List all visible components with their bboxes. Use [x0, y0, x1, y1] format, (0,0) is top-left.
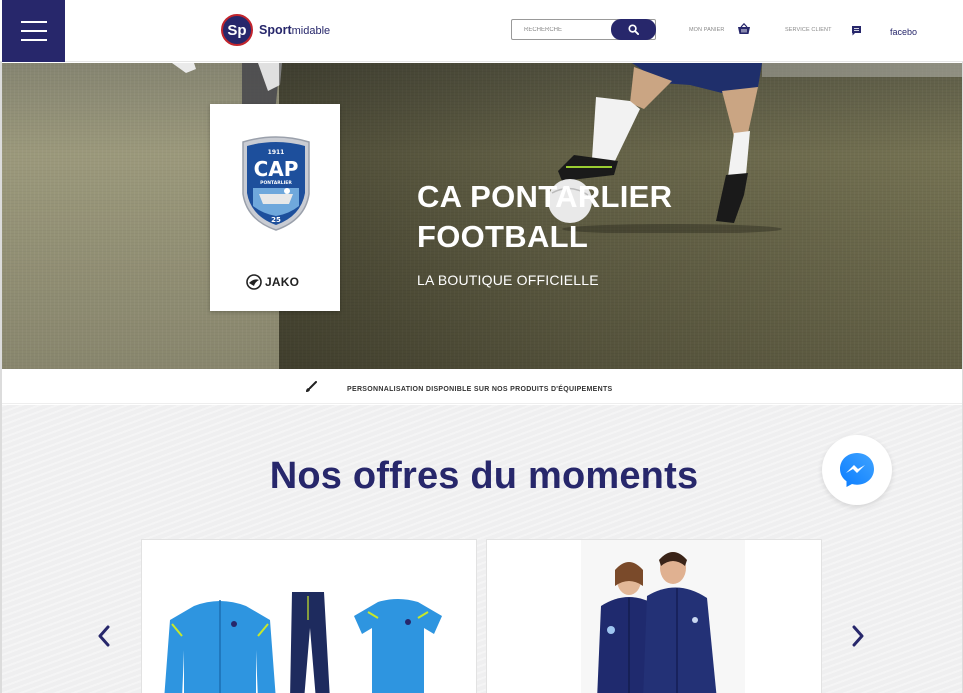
hero-title-line-1: CA PONTARLIER	[417, 179, 673, 214]
product-image-parkas	[581, 540, 745, 693]
carousel-prev-button[interactable]	[92, 623, 116, 649]
customization-banner-text: PERSONNALISATION DISPONIBLE SUR NOS PROD…	[347, 386, 613, 393]
product-card-kit[interactable]	[141, 539, 477, 693]
logo-mark: Sp	[221, 14, 253, 46]
carousel-next-button[interactable]	[846, 623, 870, 649]
crest-number: 25	[271, 216, 281, 224]
site-logo[interactable]: Sp Sportmidable	[221, 13, 330, 47]
jako-logo-text: JAKO	[265, 275, 300, 289]
crest-year: 1911	[268, 149, 285, 156]
logo-word-light: midable	[291, 25, 331, 37]
search-icon	[628, 24, 639, 35]
hero-subtitle: LA BOUTIQUE OFFICIELLE	[417, 272, 599, 288]
search-button[interactable]	[611, 19, 656, 40]
cart-link[interactable]: MON PANIER	[689, 27, 724, 33]
hamburger-icon-line	[20, 30, 47, 32]
hamburger-icon-line	[20, 21, 47, 23]
jako-logo: JAKO	[246, 274, 299, 290]
facebook-link[interactable]: facebo	[890, 27, 917, 37]
customization-banner: PERSONNALISATION DISPONIBLE SUR NOS PROD…	[2, 369, 962, 404]
site-header: Sp Sportmidable MON PANIER SERVICE CLIEN…	[0, 0, 963, 62]
crest-name: CAP	[254, 157, 299, 181]
hero-title-line-2: FOOTBALL	[417, 219, 589, 254]
chevron-right-icon	[852, 625, 864, 647]
offers-section: Nos offres du moments	[2, 405, 962, 693]
chevron-left-icon	[98, 625, 110, 647]
product-image-kit	[164, 592, 442, 693]
basket-icon[interactable]	[737, 23, 751, 35]
brush-icon	[306, 381, 317, 392]
product-card-parkas[interactable]	[486, 539, 822, 693]
search-input[interactable]	[512, 20, 612, 39]
hamburger-menu-button[interactable]	[2, 0, 65, 62]
messenger-icon	[840, 453, 874, 487]
jako-logo-mark-icon	[246, 274, 262, 290]
logo-word-bold: Sport	[259, 23, 292, 37]
hamburger-icon-line	[20, 39, 47, 41]
crest-city: PONTARLIER	[260, 180, 292, 186]
hero-title: CA PONTARLIER FOOTBALL	[417, 177, 747, 257]
offers-title: Nos offres du moments	[269, 455, 699, 497]
search-bar	[511, 19, 656, 40]
chat-icon[interactable]	[851, 25, 862, 36]
club-crest-logo: 1911 CAP PONTARLIER 25	[242, 136, 310, 231]
hero-banner: 1911 CAP PONTARLIER 25 JAKO CA PONTARLIE…	[2, 63, 962, 369]
logo-wordmark: Sportmidable	[259, 23, 330, 37]
messenger-button[interactable]	[822, 435, 892, 505]
customer-service-link[interactable]: SERVICE CLIENT	[785, 27, 832, 33]
club-card: 1911 CAP PONTARLIER 25 JAKO	[210, 104, 340, 311]
